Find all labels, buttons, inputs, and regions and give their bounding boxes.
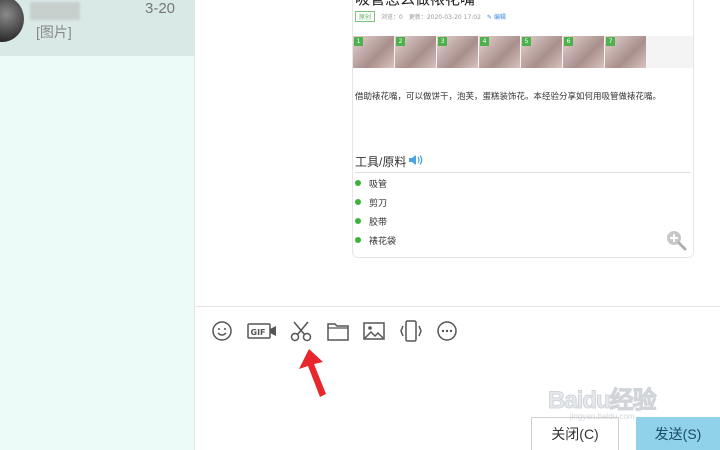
annotation-arrow-icon: [299, 349, 326, 397]
step-number: 2: [396, 37, 405, 46]
more-icon[interactable]: [435, 319, 459, 343]
watermark-url: jingyan.baidu.com: [570, 412, 635, 421]
bullet-icon: [355, 180, 361, 186]
view-count: 浏览：0: [381, 14, 403, 21]
edit-label: 编辑: [493, 14, 506, 21]
gif-icon[interactable]: GIF: [246, 319, 277, 343]
bullet-icon: [355, 199, 361, 205]
baidu-watermark: Baidu经验 jingyan.baidu.com: [548, 372, 698, 422]
step-thumbnail[interactable]: 4: [479, 36, 520, 68]
step-number: 4: [480, 37, 489, 46]
list-item: 裱花袋: [355, 234, 396, 253]
watermark-brand: Baidu经验: [548, 387, 658, 415]
list-item: 剪刀: [355, 196, 396, 215]
card-title: 吸管怎么做裱花嘴: [355, 0, 475, 9]
speaker-icon[interactable]: [408, 154, 424, 169]
step-thumbnails: 1 2 3 4 5 6 7: [353, 36, 693, 68]
bullet-icon: [355, 218, 361, 224]
zoom-in-icon[interactable]: [665, 229, 687, 251]
input-toolbar: GIF: [210, 319, 472, 343]
step-number: 7: [606, 37, 615, 46]
step-number: 5: [522, 37, 531, 46]
emoji-icon[interactable]: [210, 319, 234, 343]
conversation-sidebar: 3-20 [图片]: [0, 0, 195, 450]
list-item: 吸管: [355, 177, 396, 196]
scissors-icon[interactable]: [289, 319, 313, 343]
divider: [355, 172, 691, 173]
tool-name: 剪刀: [369, 198, 388, 208]
original-badge: 原创: [355, 11, 376, 22]
edit-link[interactable]: ✎ 编辑: [487, 12, 506, 21]
step-number: 6: [564, 37, 573, 46]
step-thumbnail[interactable]: 1: [353, 36, 394, 68]
tools-heading-text: 工具/原料: [355, 155, 407, 169]
step-thumbnail[interactable]: 6: [563, 36, 604, 68]
list-item: 胶带: [355, 215, 396, 234]
step-thumbnail[interactable]: 3: [437, 36, 478, 68]
tool-name: 胶带: [369, 217, 388, 227]
tools-list: 吸管 剪刀 胶带 裱花袋: [355, 177, 396, 253]
step-number: 1: [354, 37, 363, 46]
step-thumbnail[interactable]: 7: [605, 36, 646, 68]
conversation-time: 3-20: [145, 0, 176, 17]
updated-time: 更新：2020-03-20 17:02: [408, 14, 481, 21]
conversation-item[interactable]: 3-20 [图片]: [0, 0, 195, 56]
card-intro: 借助裱花嘴，可以做饼干，泡芙，蛋糕装饰花。本经验分享如何用吸管做裱花嘴。: [355, 91, 662, 101]
shared-article-card[interactable]: 吸管怎么做裱花嘴 原创 浏览：0 更新：2020-03-20 17:02 ✎ 编…: [352, 0, 694, 258]
tool-name: 吸管: [369, 179, 388, 189]
step-thumbnail[interactable]: 2: [395, 36, 436, 68]
step-number: 3: [438, 37, 447, 46]
shake-icon[interactable]: [399, 319, 423, 343]
edit-icon: ✎: [486, 14, 492, 21]
step-thumbnail[interactable]: 5: [521, 36, 562, 68]
bullet-icon: [355, 237, 361, 243]
chat-message-area: 吸管怎么做裱花嘴 原创 浏览：0 更新：2020-03-20 17:02 ✎ 编…: [196, 0, 720, 306]
card-meta: 原创 浏览：0 更新：2020-03-20 17:02 ✎ 编辑: [355, 11, 506, 22]
folder-icon[interactable]: [326, 319, 350, 343]
avatar[interactable]: [0, 0, 24, 42]
svg-text:GIF: GIF: [250, 328, 265, 337]
tool-name: 裱花袋: [369, 236, 397, 246]
conversation-name-blurred: [30, 2, 80, 20]
conversation-preview: [图片]: [36, 24, 72, 40]
image-icon[interactable]: [362, 319, 386, 343]
tools-heading: 工具/原料: [355, 153, 424, 170]
